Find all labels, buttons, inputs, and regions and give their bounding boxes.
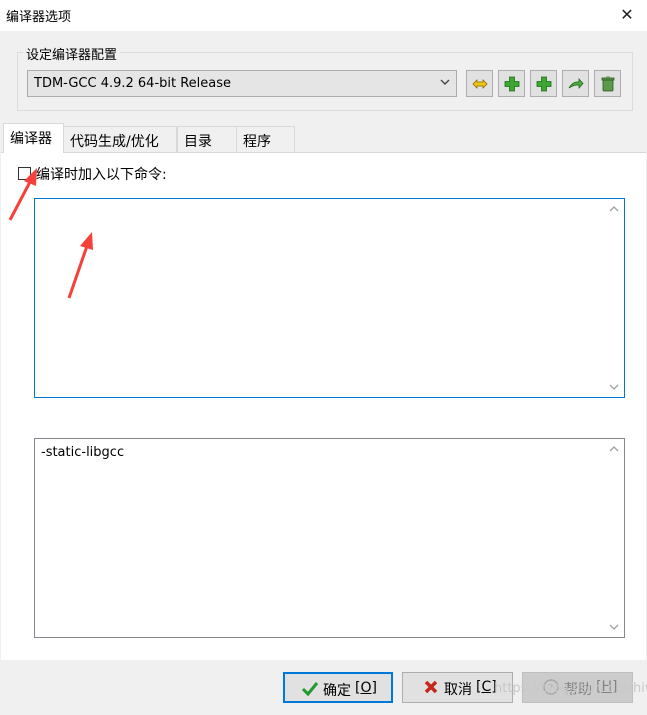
linker-commands-text: -static-libgcc [41,445,125,460]
ok-button[interactable]: 确定 [O] [283,672,393,703]
annotation-arrow-textarea [67,232,93,299]
scrollbar[interactable] [606,440,623,636]
cross-icon [424,680,438,694]
chevron-down-icon [440,79,450,85]
add-profile-button[interactable] [498,70,525,97]
export-profile-button[interactable] [562,70,589,97]
add-commands-label[interactable]: 编译时加入以下命令: [36,164,167,184]
scrollbar[interactable] [606,200,623,396]
close-icon[interactable]: ✕ [612,3,642,27]
title-bar: 编译器选项 ✕ [0,0,647,31]
tab-codegen[interactable]: 代码生成/优化 [63,126,177,152]
add-profile-copy-icon [536,76,552,92]
delete-profile-button[interactable] [594,70,621,97]
watermark: https://blog.csdn.net/hiww [494,681,647,696]
ok-accel: [O] [355,680,377,696]
compile-commands-textarea[interactable] [34,198,625,398]
linker-commands-textarea[interactable]: -static-libgcc [34,438,625,638]
scroll-down-icon[interactable] [609,383,619,391]
ok-label: 确定 [323,683,351,699]
tab-programs[interactable]: 程序 [236,126,295,152]
delete-icon [601,76,615,92]
checkmark-icon [301,682,319,697]
rename-profile-button[interactable] [466,70,493,97]
compiler-profile-select[interactable]: TDM-GCC 4.9.2 64-bit Release [27,70,457,97]
cancel-label: 取消 [444,682,472,698]
tab-compiler[interactable]: 编译器 [3,123,64,153]
scroll-down-icon[interactable] [609,623,619,631]
rename-icon [472,79,488,89]
scroll-up-icon[interactable] [609,205,619,213]
tab-directories[interactable]: 目录 [177,126,237,152]
add-profile-icon [504,76,520,92]
selected-profile: TDM-GCC 4.9.2 64-bit Release [34,76,232,91]
export-icon [568,77,584,90]
add-profile-copy-button[interactable] [530,70,557,97]
window-title: 编译器选项 [6,10,72,25]
scroll-up-icon[interactable] [609,445,619,453]
annotation-arrow-checkbox [8,168,37,221]
group-title: 设定编译器配置 [23,44,121,63]
